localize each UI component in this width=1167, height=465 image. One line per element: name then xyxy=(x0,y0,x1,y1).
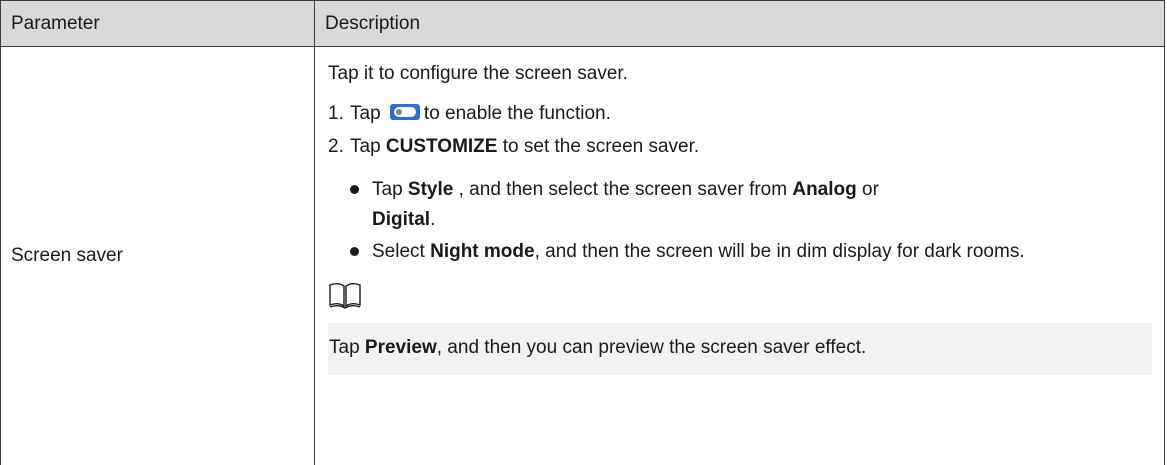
bullet-dot-icon xyxy=(350,247,359,256)
customize-label: CUSTOMIZE xyxy=(385,136,498,157)
bullet-item-style: Tap Style , and then select the screen s… xyxy=(328,175,1152,235)
parameter-cell: Screen saver xyxy=(0,46,315,465)
bullet-item-night-mode: Select Night mode, and then the screen w… xyxy=(328,237,1152,267)
digital-label: Digital xyxy=(372,209,431,230)
header-description: Description xyxy=(314,0,1165,47)
step-text: to enable the function. xyxy=(423,103,611,124)
bullet-text: Select xyxy=(372,241,431,262)
analog-label: Analog xyxy=(792,179,857,200)
book-note-icon xyxy=(328,281,1152,315)
step-number: 1. xyxy=(328,103,344,124)
bullet-text: , and then select the screen saver from xyxy=(453,179,793,200)
bullet-text: Tap xyxy=(372,179,408,200)
step-text: Tap xyxy=(350,136,381,157)
note-box: Tap Preview, and then you can preview th… xyxy=(328,323,1152,375)
step-text: to set the screen saver. xyxy=(497,136,700,157)
bullet-text: , and then the screen will be in dim dis… xyxy=(534,241,1025,262)
note-text: Tap xyxy=(329,337,365,358)
parameter-table: Parameter Description Screen saver Tap i… xyxy=(0,0,1165,465)
preview-label: Preview xyxy=(364,337,437,358)
steps-list: 1. Tap to enable the function. 2. Tap CU… xyxy=(328,97,1152,163)
table-row: Screen saver Tap it to configure the scr… xyxy=(0,46,1165,465)
note-text: , and then you can preview the screen sa… xyxy=(436,337,867,358)
night-mode-label: Night mode xyxy=(430,241,535,262)
bullet-text: or xyxy=(856,179,879,200)
bullet-list: Tap Style , and then select the screen s… xyxy=(328,175,1152,267)
step-text: Tap xyxy=(350,103,381,124)
description-cell: Tap it to configure the screen saver. 1.… xyxy=(314,46,1165,465)
style-label: Style xyxy=(407,179,454,200)
bullet-dot-icon xyxy=(350,185,359,194)
step-2: 2. Tap CUSTOMIZE to set the screen saver… xyxy=(328,130,1152,163)
description-intro: Tap it to configure the screen saver. xyxy=(328,63,628,84)
step-number: 2. xyxy=(328,136,344,157)
bullet-text: . xyxy=(430,209,436,230)
toggle-switch-icon xyxy=(389,104,420,121)
header-row: Parameter Description xyxy=(0,0,1165,47)
step-1: 1. Tap to enable the function. xyxy=(328,97,1152,130)
header-parameter: Parameter xyxy=(0,0,315,47)
